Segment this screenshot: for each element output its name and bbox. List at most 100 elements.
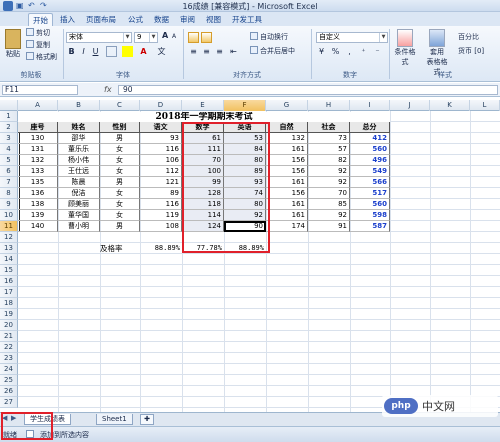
table-cell[interactable]: 106 — [140, 155, 182, 166]
tab-home[interactable]: 开始 — [28, 13, 53, 26]
table-cell[interactable]: 女 — [100, 144, 140, 155]
underline-button[interactable]: U — [90, 46, 101, 57]
column-header-l[interactable]: L — [470, 100, 500, 111]
table-cell[interactable]: 70 — [308, 188, 350, 199]
table-cell[interactable]: 116 — [140, 199, 182, 210]
table-cell[interactable]: 135 — [18, 177, 58, 188]
table-cell[interactable]: 57 — [308, 144, 350, 155]
tab-insert[interactable]: 插入 — [56, 13, 79, 26]
table-cell[interactable]: 161 — [266, 210, 308, 221]
table-cell[interactable]: 男 — [100, 133, 140, 144]
row-header[interactable]: 18 — [0, 298, 18, 309]
table-cell[interactable]: 女 — [100, 166, 140, 177]
tab-review[interactable]: 审阅 — [176, 13, 199, 26]
italic-button[interactable]: I — [78, 46, 89, 57]
grow-font-button[interactable]: A — [162, 31, 168, 41]
table-cell[interactable]: 男 — [100, 177, 140, 188]
percent-style-button[interactable]: 百分比 — [458, 32, 479, 42]
table-cell[interactable]: 董华国 — [58, 210, 100, 221]
row-header[interactable]: 16 — [0, 276, 18, 287]
percent-button[interactable]: % — [330, 46, 341, 57]
table-cell[interactable]: 倪洁 — [58, 188, 100, 199]
table-cell[interactable]: 陈晨 — [58, 177, 100, 188]
column-header-j[interactable]: J — [390, 100, 430, 111]
table-cell[interactable]: 140 — [18, 221, 58, 232]
table-cell[interactable]: 女 — [100, 199, 140, 210]
table-cell[interactable]: 598 — [350, 210, 390, 221]
column-header-d[interactable]: D — [140, 100, 182, 111]
table-cell[interactable]: 邵华 — [58, 133, 100, 144]
row-header[interactable]: 13 — [0, 243, 18, 254]
sheet-tab-sheet1[interactable]: Sheet1 — [96, 414, 133, 425]
tab-page-layout[interactable]: 页面布局 — [82, 13, 120, 26]
table-cell[interactable]: 174 — [266, 221, 308, 232]
paste-button[interactable]: 粘贴 — [3, 29, 23, 59]
table-cell[interactable]: 董乐乐 — [58, 144, 100, 155]
table-cell[interactable]: 156 — [266, 188, 308, 199]
column-header-c[interactable]: C — [100, 100, 140, 111]
align-left-button[interactable]: ≡ — [188, 46, 199, 57]
table-cell[interactable]: 82 — [308, 155, 350, 166]
number-format-select[interactable]: 自定义 ▼ — [316, 32, 388, 43]
table-cell[interactable]: 曹小明 — [58, 221, 100, 232]
comma-button[interactable]: , — [344, 46, 355, 57]
indent-button[interactable]: ⇤ — [228, 46, 239, 57]
table-cell[interactable]: 560 — [350, 199, 390, 210]
table-header-cell[interactable]: 总分 — [350, 122, 390, 133]
phonetic-button[interactable]: 文 — [156, 46, 167, 57]
row-header[interactable]: 4 — [0, 144, 18, 155]
table-header-cell[interactable]: 自然 — [266, 122, 308, 133]
column-header-e[interactable]: E — [182, 100, 224, 111]
table-cell[interactable]: 119 — [140, 210, 182, 221]
decrease-decimal-button[interactable]: ⁻ — [372, 46, 383, 57]
table-cell[interactable]: 517 — [350, 188, 390, 199]
row-header[interactable]: 1 — [0, 111, 18, 122]
table-cell[interactable]: 161 — [266, 144, 308, 155]
column-header-k[interactable]: K — [430, 100, 470, 111]
column-header-a[interactable]: A — [18, 100, 58, 111]
row-header[interactable]: 19 — [0, 309, 18, 320]
row-header[interactable]: 3 — [0, 133, 18, 144]
table-cell[interactable]: 132 — [266, 133, 308, 144]
name-box[interactable]: F11 — [2, 85, 78, 95]
conditional-format-button[interactable]: 条件格式 — [392, 29, 418, 67]
column-header-b[interactable]: B — [58, 100, 100, 111]
align-right-button[interactable]: ≡ — [214, 46, 225, 57]
tab-view[interactable]: 视图 — [202, 13, 225, 26]
fx-icon[interactable]: fx — [104, 85, 112, 94]
row-header[interactable]: 8 — [0, 188, 18, 199]
table-cell[interactable]: 161 — [266, 199, 308, 210]
format-painter-button[interactable]: 格式刷 — [26, 52, 57, 62]
table-cell[interactable]: 89 — [140, 188, 182, 199]
table-cell[interactable]: 566 — [350, 177, 390, 188]
table-cell[interactable]: 女 — [100, 155, 140, 166]
currency-style-button[interactable]: 货币 [0] — [458, 46, 484, 56]
table-cell[interactable]: 112 — [140, 166, 182, 177]
table-cell[interactable]: 92 — [308, 210, 350, 221]
row-header[interactable]: 6 — [0, 166, 18, 177]
font-name-select[interactable]: 宋体 ▼ — [66, 32, 132, 43]
row-header[interactable]: 23 — [0, 353, 18, 364]
table-header-cell[interactable]: 姓名 — [58, 122, 100, 133]
table-header-cell[interactable]: 语文 — [140, 122, 182, 133]
row-header[interactable]: 15 — [0, 265, 18, 276]
table-cell[interactable]: 121 — [140, 177, 182, 188]
cut-button[interactable]: 剪切 — [26, 28, 50, 38]
row-header[interactable]: 10 — [0, 210, 18, 221]
table-cell[interactable]: 156 — [266, 155, 308, 166]
table-header-cell[interactable]: 性别 — [100, 122, 140, 133]
pass-rate-label[interactable]: 及格率 — [100, 243, 140, 254]
align-center-button[interactable]: ≡ — [201, 46, 212, 57]
orientation-button[interactable] — [228, 32, 239, 43]
table-cell[interactable]: 108 — [140, 221, 182, 232]
table-cell[interactable]: 132 — [18, 155, 58, 166]
table-cell[interactable]: 560 — [350, 144, 390, 155]
table-cell[interactable]: 85 — [308, 199, 350, 210]
table-cell[interactable]: 138 — [18, 199, 58, 210]
column-header-i[interactable]: I — [350, 100, 390, 111]
row-header[interactable]: 7 — [0, 177, 18, 188]
table-cell[interactable]: 156 — [266, 166, 308, 177]
font-size-select[interactable]: 9 ▼ — [134, 32, 158, 43]
row-header[interactable]: 20 — [0, 320, 18, 331]
merge-center-button[interactable]: 合并后居中 — [250, 46, 295, 56]
